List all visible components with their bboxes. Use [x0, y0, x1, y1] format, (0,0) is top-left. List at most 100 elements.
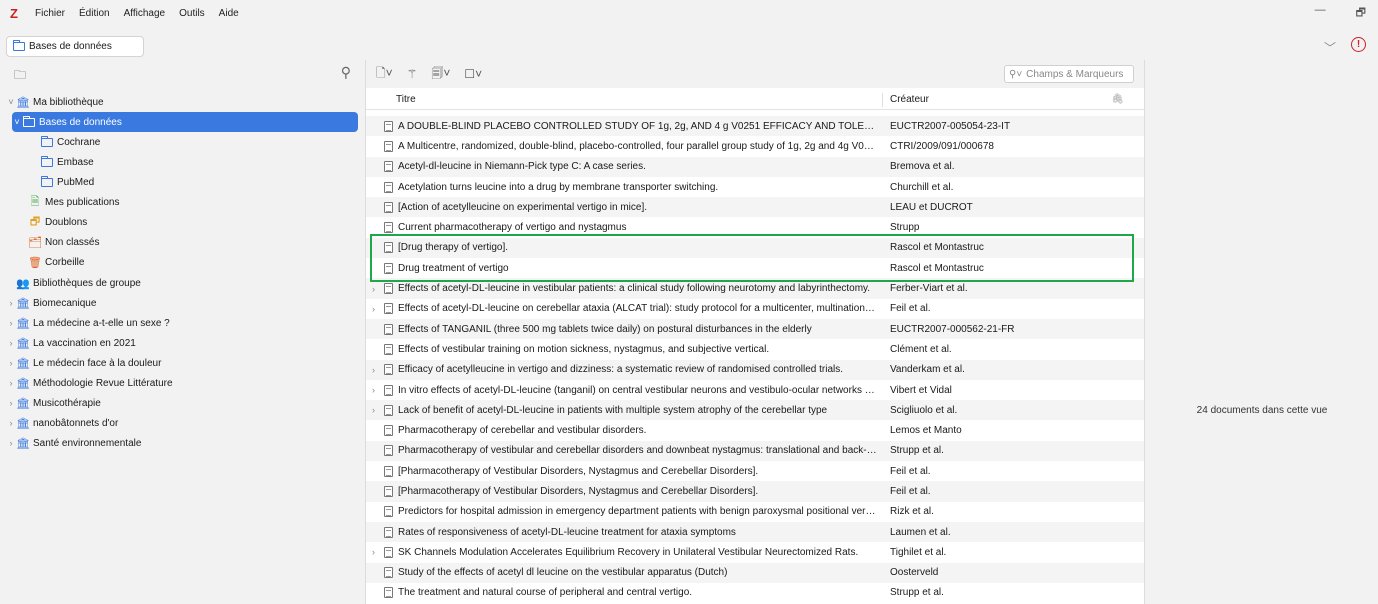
- twisty-icon[interactable]: ›: [6, 438, 16, 448]
- expand-twisty-icon[interactable]: ›: [372, 385, 375, 395]
- document-icon: [384, 404, 393, 416]
- twisty-icon[interactable]: ›: [6, 318, 16, 328]
- tab-label: Bases de données: [29, 41, 112, 52]
- table-row[interactable]: Pharmacotherapy of vestibular and cerebe…: [366, 440, 1144, 462]
- column-creator[interactable]: Créateur: [890, 94, 929, 105]
- item-creator: Oosterveld: [890, 567, 939, 579]
- twisty-icon[interactable]: ›: [6, 418, 16, 428]
- expand-twisty-icon[interactable]: ›: [372, 547, 375, 557]
- document-icon: [384, 587, 393, 599]
- table-row[interactable]: A DOUBLE-BLIND PLACEBO CONTROLLED STUDY …: [366, 116, 1144, 137]
- search-input[interactable]: ⚲˅ Champs & Marqueurs: [1004, 65, 1134, 83]
- table-row[interactable]: Pharmacotherapy of cerebellar and vestib…: [366, 420, 1144, 440]
- table-row[interactable]: › In vitro effects of acetyl-DL-leucine (…: [366, 380, 1144, 400]
- table-row[interactable]: Current pharmacotherapy of vertigo and n…: [366, 217, 1144, 237]
- twisty-icon[interactable]: ›: [6, 358, 16, 368]
- menu-outils[interactable]: Outils: [172, 8, 212, 19]
- expand-twisty-icon[interactable]: ›: [372, 365, 375, 375]
- document-icon: [384, 201, 393, 213]
- menu-affichage[interactable]: Affichage: [117, 8, 173, 19]
- item-title: Effects of vestibular training on motion…: [398, 343, 770, 355]
- twisty-icon[interactable]: ˅: [12, 117, 22, 127]
- item-title: A Multicentre, randomized, double-blind,…: [398, 140, 878, 152]
- sidebar-item-label: Le médecin face à la douleur: [33, 357, 162, 369]
- sidebar-item[interactable]: 👥 Bibliothèques de groupe: [6, 273, 141, 293]
- table-row[interactable]: › SK Channels Modulation Accelerates Equi…: [366, 542, 1144, 562]
- sidebar-item-label: Embase: [57, 156, 94, 168]
- sidebar-item[interactable]: › 🏛 La médecine a-t-elle un sexe ?: [6, 313, 170, 333]
- column-separator[interactable]: [882, 93, 883, 107]
- new-item-icon[interactable]: 🗋˅: [376, 64, 393, 85]
- sidebar-item[interactable]: ˅ 🏛 Ma bibliothèque: [6, 92, 103, 112]
- table-row[interactable]: The treatment and natural course of peri…: [366, 583, 1144, 603]
- table-row[interactable]: A Multicentre, randomized, double-blind,…: [366, 136, 1144, 156]
- item-title: Acetylation turns leucine into a drug by…: [398, 181, 719, 193]
- expand-twisty-icon[interactable]: ›: [372, 405, 375, 415]
- menu-fichier[interactable]: Fichier: [28, 8, 72, 19]
- table-row[interactable]: Predictors for hospital admission in eme…: [366, 502, 1144, 522]
- twisty-icon[interactable]: ›: [6, 298, 16, 308]
- item-title: Lack of benefit of acetyl-DL-leucine in …: [398, 404, 828, 416]
- twisty-icon[interactable]: ˅: [6, 97, 16, 107]
- sidebar-item[interactable]: › 🏛 Le médecin face à la douleur: [6, 353, 162, 373]
- document-icon: [384, 303, 393, 315]
- tab-library[interactable]: Bases de données: [6, 36, 144, 57]
- table-row[interactable]: Acetyl-dl-leucine in Niemann-Pick type C…: [366, 156, 1144, 177]
- table-row[interactable]: Study of the effects of acetyl dl leucin…: [366, 562, 1144, 583]
- sidebar-item[interactable]: 🗂 Non classés: [6, 232, 99, 252]
- table-row[interactable]: [Pharmacotherapy of Vestibular Disorders…: [366, 461, 1144, 481]
- twisty-icon[interactable]: ›: [6, 378, 16, 388]
- item-title: Effects of TANGANIL (three 500 mg tablet…: [398, 323, 812, 335]
- item-title: A DOUBLE-BLIND PLACEBO CONTROLLED STUDY …: [398, 120, 878, 132]
- trash-icon: 🗑: [28, 256, 42, 269]
- restore-button[interactable]: 🗗: [1356, 4, 1366, 23]
- table-row[interactable]: Drug treatment of vertigo Rascol et Monta…: [366, 258, 1144, 278]
- table-row[interactable]: [Pharmacotherapy of Vestibular Disorders…: [366, 481, 1144, 502]
- table-row[interactable]: [Action of acetylleucine on experimental…: [366, 197, 1144, 218]
- new-collection-icon[interactable]: 🗀: [14, 66, 26, 87]
- sidebar-item[interactable]: PubMed: [6, 172, 94, 192]
- sidebar-item[interactable]: › 🏛 Musicothérapie: [6, 393, 101, 413]
- item-creator: Rizk et al.: [890, 506, 934, 518]
- sidebar-item[interactable]: 🗎 Mes publications: [6, 192, 120, 212]
- chevron-down-icon[interactable]: ﹀: [1324, 39, 1336, 56]
- table-row[interactable]: › Effects of acetyl-DL-leucine on cerebel…: [366, 299, 1144, 319]
- sidebar-item[interactable]: ˅ Bases de données: [12, 112, 358, 132]
- new-note-icon[interactable]: ☐˅: [464, 67, 482, 81]
- sidebar-item[interactable]: Cochrane: [6, 132, 100, 152]
- document-icon: [384, 242, 393, 254]
- sidebar-item[interactable]: › 🏛 Santé environnementale: [6, 433, 142, 453]
- table-row[interactable]: › Lack of benefit of acetyl-DL-leucine in…: [366, 400, 1144, 421]
- table-row[interactable]: › Effects of acetyl-DL-leucine in vestibu…: [366, 278, 1144, 299]
- minimize-button[interactable]: —: [1315, 4, 1326, 23]
- sidebar-item[interactable]: › 🏛 nanobâtonnets d'or: [6, 413, 119, 433]
- alert-icon[interactable]: !: [1351, 37, 1366, 52]
- table-row[interactable]: [Drug therapy of vertigo]. Rascol et Mont…: [366, 237, 1144, 259]
- expand-twisty-icon[interactable]: ›: [372, 284, 375, 294]
- search-icon[interactable]: ⚲: [341, 64, 351, 81]
- table-row[interactable]: Acetylation turns leucine into a drug by…: [366, 177, 1144, 197]
- table-row[interactable]: Rates of responsiveness of acetyl-DL-leu…: [366, 521, 1144, 543]
- table-row[interactable]: Effects of vestibular training on motion…: [366, 339, 1144, 359]
- table-row[interactable]: Effects of TANGANIL (three 500 mg tablet…: [366, 318, 1144, 340]
- twisty-icon[interactable]: ›: [6, 338, 16, 348]
- column-title[interactable]: Titre: [396, 94, 416, 105]
- paperclip-icon[interactable]: 🖇: [1111, 94, 1124, 105]
- twisty-icon[interactable]: ›: [6, 398, 16, 408]
- magic-wand-icon[interactable]: ⚚: [407, 67, 418, 81]
- sidebar-item[interactable]: 🗗 Doublons: [6, 212, 87, 232]
- sidebar-item[interactable]: › 🏛 Biomecanique: [6, 293, 97, 313]
- item-title: Effects of acetyl-DL-leucine in vestibul…: [398, 283, 871, 295]
- add-attachment-icon[interactable]: 🗐˅: [431, 64, 450, 85]
- sidebar-item[interactable]: Embase: [6, 152, 94, 172]
- sidebar-item[interactable]: 🗑 Corbeille: [6, 252, 84, 272]
- sidebar-item[interactable]: › 🏛 La vaccination en 2021: [6, 333, 136, 353]
- expand-twisty-icon[interactable]: ›: [372, 304, 375, 314]
- document-icon: [384, 485, 393, 497]
- sidebar-item[interactable]: › 🏛 Méthodologie Revue Littérature: [6, 373, 173, 393]
- sidebar-item-label: Non classés: [45, 236, 100, 248]
- table-row[interactable]: › Efficacy of acetylleucine in vertigo an…: [366, 359, 1144, 380]
- menu-edition[interactable]: Édition: [72, 8, 117, 19]
- menu-aide[interactable]: Aide: [212, 8, 246, 19]
- search-placeholder: Champs & Marqueurs: [1026, 68, 1124, 80]
